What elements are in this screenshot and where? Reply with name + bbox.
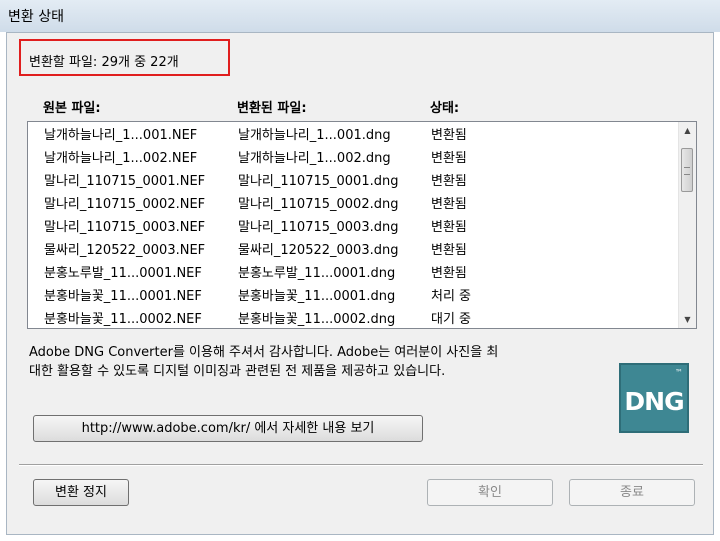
dng-logo-icon: ™ DNG (619, 363, 689, 433)
column-header-converted: 변환된 파일: (237, 101, 307, 116)
column-header-state: 상태: (430, 101, 460, 116)
conversion-status-dialog: 변환할 파일: 29개 중 22개 원본 파일: 변환된 파일: 상태: 날개하… (6, 32, 714, 535)
thank-you-message: Adobe DNG Converter를 이용해 주셔서 감사합니다. Adob… (29, 343, 619, 381)
file-row[interactable]: 말나리_110715_0001.NEF 말나리_110715_0001.dng 변환… (28, 170, 678, 193)
file-row[interactable]: 분홍바늘꽃_11...0001.NEF 분홍바늘꽃_11...0001.dng 처리… (28, 285, 678, 308)
ok-button[interactable]: 확인 (427, 479, 553, 506)
thank-you-line-2: 대한 활용할 수 있도록 디지털 이미징과 관련된 전 제품을 제공하고 있습니… (29, 364, 446, 379)
conversion-state: 변환됨 (431, 174, 467, 189)
quit-button[interactable]: 종료 (569, 479, 695, 506)
conversion-state: 대기 중 (431, 312, 472, 327)
original-filename: 분홍바늘꽃_11...0001.NEF (44, 289, 202, 304)
conversion-state: 처리 중 (431, 289, 472, 304)
conversion-state: 변환됨 (431, 197, 467, 212)
original-filename: 날개하늘나리_1...001.NEF (44, 128, 198, 143)
trademark-mark: ™ (675, 368, 683, 377)
converted-filename: 분홍바늘꽃_11...0002.dng (238, 312, 396, 327)
dialog-separator (19, 464, 703, 466)
file-list[interactable]: 날개하늘나리_1...001.NEF 날개하늘나리_1...001.dng 변환됨 날… (27, 121, 697, 329)
file-row[interactable]: 분홍노루발_11...0001.NEF 분홍노루발_11...0001.dng 변환… (28, 262, 678, 285)
thank-you-line-1: Adobe DNG Converter를 이용해 주셔서 감사합니다. Adob… (29, 345, 499, 360)
conversion-state: 변환됨 (431, 128, 467, 143)
original-filename: 날개하늘나리_1...002.NEF (44, 151, 198, 166)
original-filename: 분홍노루발_11...0001.NEF (44, 266, 202, 281)
status-text: 변환할 파일: 29개 중 22개 (29, 55, 179, 70)
file-list-rows: 날개하늘나리_1...001.NEF 날개하늘나리_1...001.dng 변환됨 날… (28, 124, 678, 328)
vertical-scrollbar[interactable]: ▲ ▼ (678, 122, 696, 328)
file-row[interactable]: 말나리_110715_0003.NEF 말나리_110715_0003.dng 변환… (28, 216, 678, 239)
converted-filename: 말나리_110715_0003.dng (238, 220, 399, 235)
scroll-up-arrow-icon[interactable]: ▲ (679, 122, 696, 139)
converted-filename: 날개하늘나리_1...001.dng (238, 128, 391, 143)
file-row[interactable]: 물싸리_120522_0003.NEF 물싸리_120522_0003.dng 변환… (28, 239, 678, 262)
status-highlight-box: 변환할 파일: 29개 중 22개 (19, 39, 230, 76)
conversion-state: 변환됨 (431, 266, 467, 281)
title-bar: 변환 상태 (0, 0, 720, 32)
converted-filename: 물싸리_120522_0003.dng (238, 243, 399, 258)
file-row[interactable]: 분홍바늘꽃_11...0002.NEF 분홍바늘꽃_11...0002.dng 대기… (28, 308, 678, 328)
file-row[interactable]: 날개하늘나리_1...002.NEF 날개하늘나리_1...002.dng 변환됨 (28, 147, 678, 170)
stop-conversion-button[interactable]: 변환 정지 (33, 479, 129, 506)
original-filename: 분홍바늘꽃_11...0002.NEF (44, 312, 202, 327)
converted-filename: 말나리_110715_0002.dng (238, 197, 399, 212)
converted-filename: 분홍바늘꽃_11...0001.dng (238, 289, 396, 304)
converted-filename: 분홍노루발_11...0001.dng (238, 266, 396, 281)
original-filename: 말나리_110715_0001.NEF (44, 174, 206, 189)
converted-filename: 날개하늘나리_1...002.dng (238, 151, 391, 166)
window-title: 변환 상태 (8, 9, 64, 25)
file-row[interactable]: 날개하늘나리_1...001.NEF 날개하늘나리_1...001.dng 변환됨 (28, 124, 678, 147)
conversion-state: 변환됨 (431, 243, 467, 258)
conversion-state: 변환됨 (431, 151, 467, 166)
original-filename: 말나리_110715_0002.NEF (44, 197, 206, 212)
column-header-original: 원본 파일: (43, 101, 101, 116)
dng-logo-text: DNG (624, 387, 684, 416)
website-link-button[interactable]: http://www.adobe.com/kr/ 에서 자세한 내용 보기 (33, 415, 423, 442)
conversion-state: 변환됨 (431, 220, 467, 235)
scroll-down-arrow-icon[interactable]: ▼ (679, 311, 696, 328)
original-filename: 물싸리_120522_0003.NEF (44, 243, 206, 258)
original-filename: 말나리_110715_0003.NEF (44, 220, 206, 235)
converted-filename: 말나리_110715_0001.dng (238, 174, 399, 189)
file-row[interactable]: 말나리_110715_0002.NEF 말나리_110715_0002.dng 변환… (28, 193, 678, 216)
scrollbar-thumb[interactable] (681, 148, 693, 192)
